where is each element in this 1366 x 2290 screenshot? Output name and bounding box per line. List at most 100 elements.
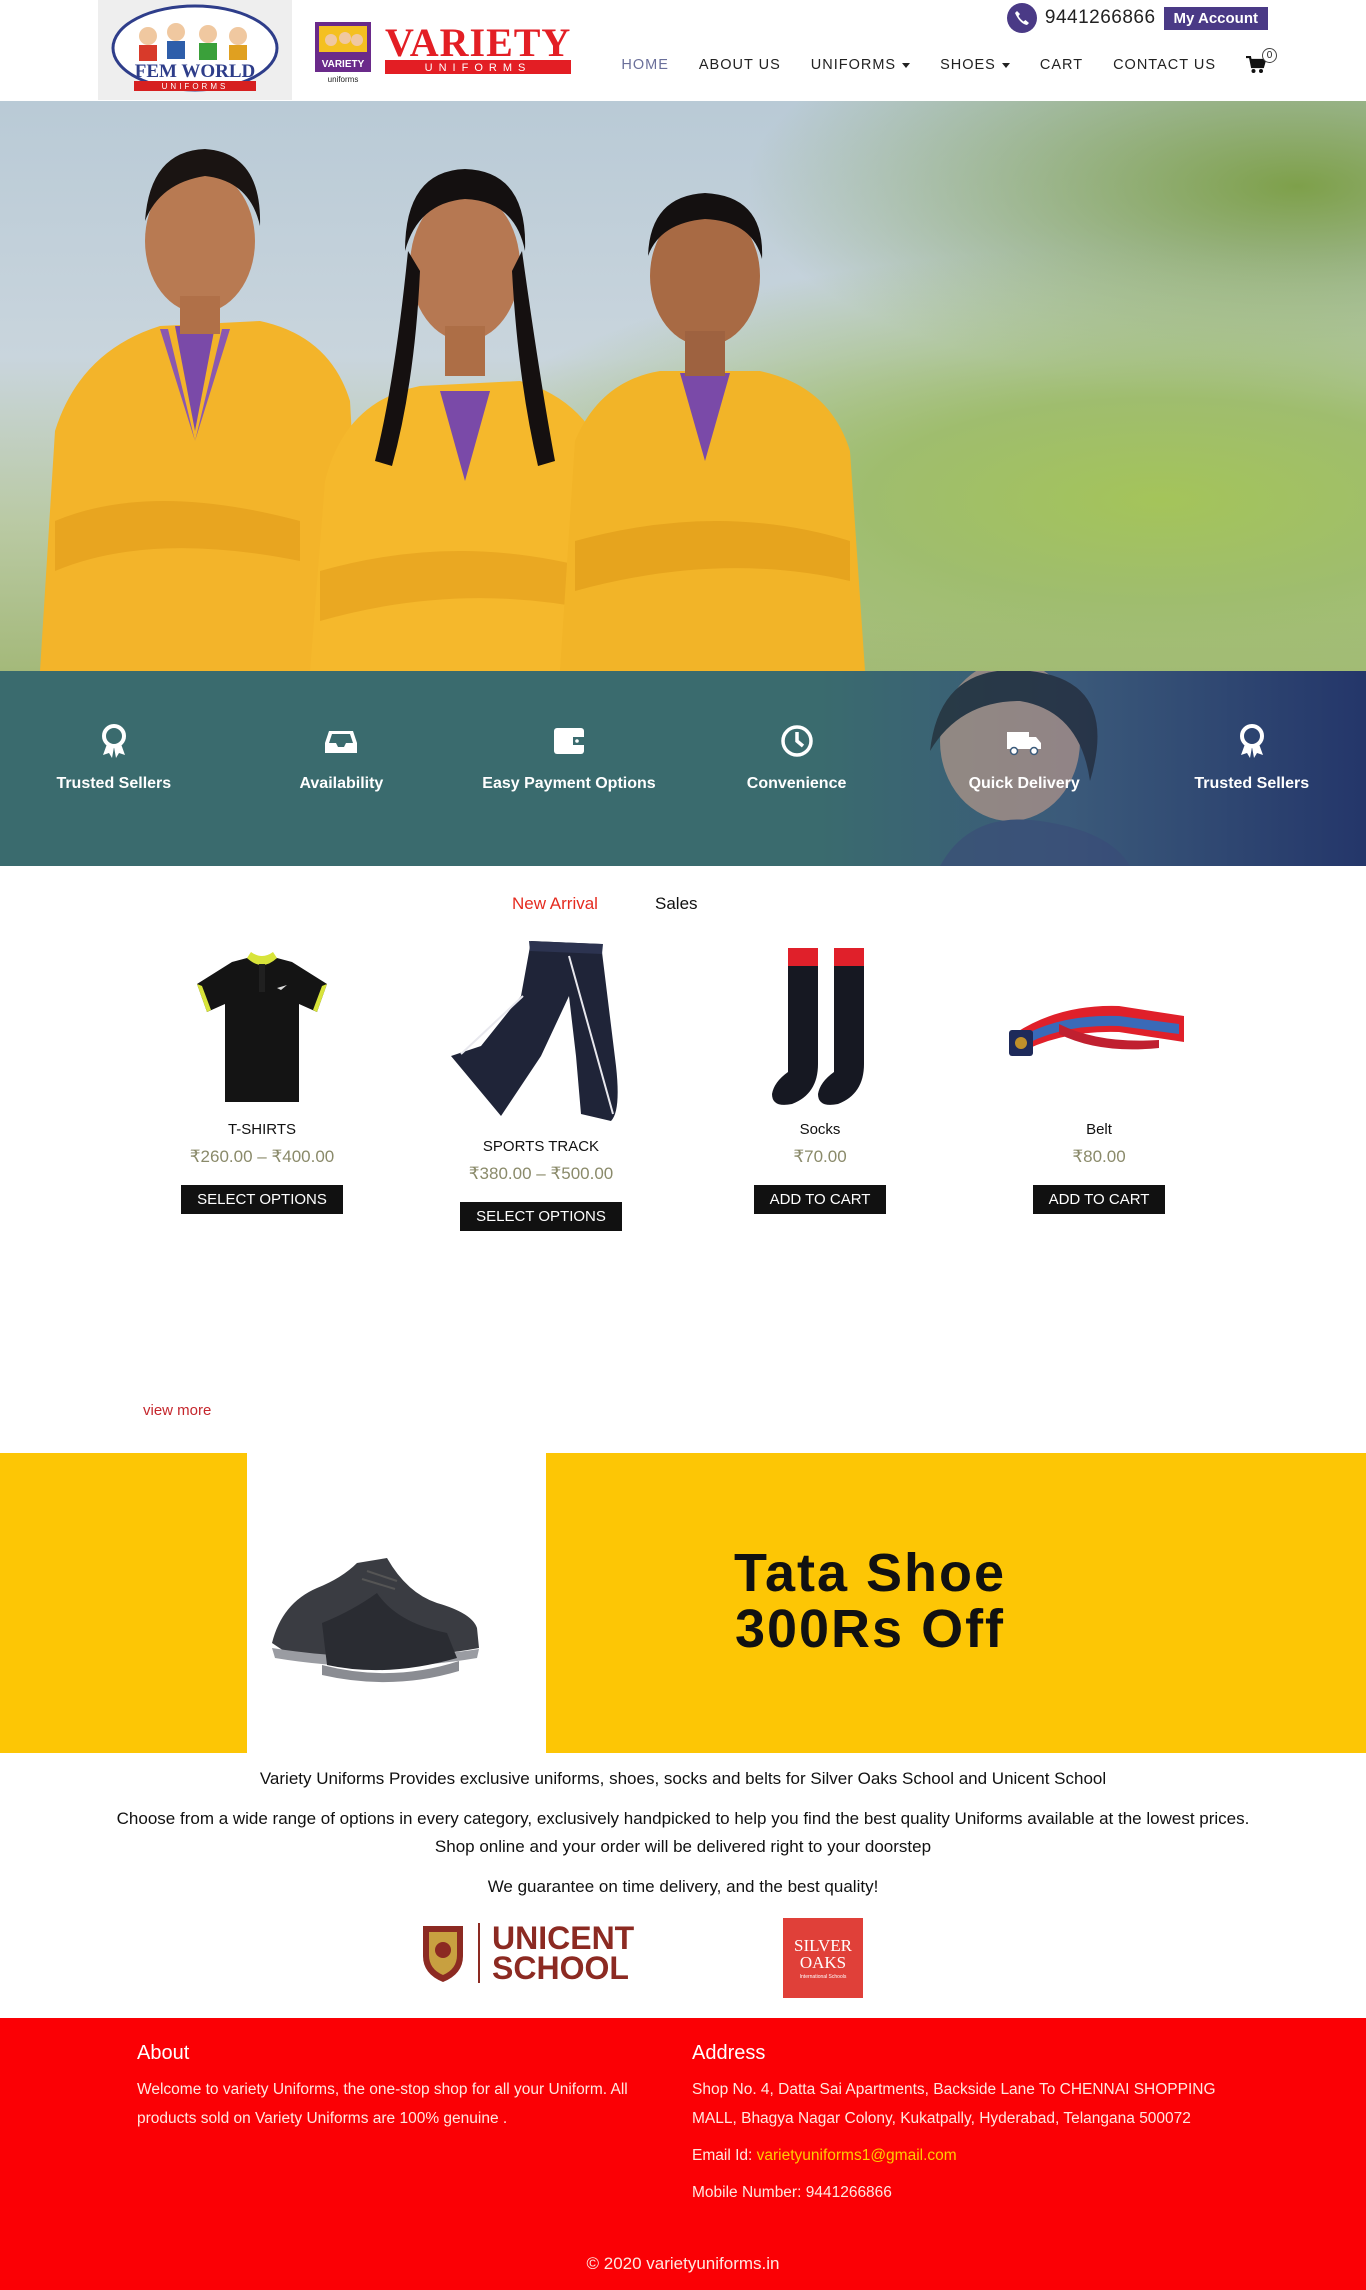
feature-label: Quick Delivery xyxy=(968,775,1080,792)
product-price: ₹260.00 – ₹400.00 xyxy=(189,1147,335,1166)
view-more-link[interactable]: view more xyxy=(143,1402,211,1419)
add-to-cart-button[interactable]: ADD TO CART xyxy=(753,1185,887,1214)
product-card-socks: Socks ₹70.00 ADD TO CART xyxy=(720,944,920,1214)
product-price: ₹70.00 xyxy=(793,1147,847,1166)
nav-contact-us-label: CONTACT US xyxy=(1113,57,1216,73)
socks-image xyxy=(772,948,864,1105)
feature-convenience: Convenience xyxy=(683,723,911,793)
footer-address: Address Shop No. 4, Datta Sai Apartments… xyxy=(692,2042,1232,2215)
select-options-button[interactable]: SELECT OPTIONS xyxy=(460,1202,622,1231)
promo-headline: Tata Shoe 300Rs Off xyxy=(640,1545,1100,1657)
footer-about-text: Welcome to variety Uniforms, the one-sto… xyxy=(137,2081,628,2127)
feature-label: Availability xyxy=(299,775,384,792)
silver-oaks-line3: International Schools xyxy=(799,1973,847,1980)
tab-new-arrival[interactable]: New Arrival xyxy=(512,894,598,914)
my-account-button[interactable]: My Account xyxy=(1163,6,1268,30)
footer-mobile-label: Mobile Number: xyxy=(692,2184,806,2201)
feature-trusted-sellers: Trusted Sellers xyxy=(0,723,228,793)
product-name[interactable]: Socks xyxy=(800,1121,841,1138)
variety-logo-title: VARIETY xyxy=(385,20,571,65)
cart-button[interactable]: 0 xyxy=(1246,48,1277,74)
nav-uniforms[interactable]: UNIFORMS xyxy=(810,57,911,73)
product-card-belt: Belt ₹80.00 ADD TO CART xyxy=(999,944,1199,1214)
copyright-text: © 2020 varietyuniforms.in xyxy=(586,2254,780,2273)
phone-number[interactable]: 9441266866 xyxy=(1045,7,1156,29)
fem-world-logo-subtext: UNIFORMS xyxy=(162,82,229,91)
unicent-line2: SCHOOL xyxy=(492,1950,629,1986)
about-section: Variety Uniforms Provides exclusive unif… xyxy=(0,1765,1366,1913)
variety-badge-small-text: uniforms xyxy=(328,75,359,84)
cart-count-badge: 0 xyxy=(1262,48,1277,63)
product-image[interactable] xyxy=(162,944,362,1109)
footer-about: About Welcome to variety Uniforms, the o… xyxy=(137,2042,657,2141)
feature-availability: Availability xyxy=(228,723,456,793)
features-strip: Trusted Sellers Availability Easy Paymen… xyxy=(0,671,1366,866)
site-footer: About Welcome to variety Uniforms, the o… xyxy=(0,2018,1366,2290)
about-line-3: We guarantee on time delivery, and the b… xyxy=(487,1877,879,1896)
truck-icon xyxy=(1007,732,1042,756)
variety-uniforms-logo[interactable]: VARIETY uniforms VARIETY UNIFORMS xyxy=(315,16,585,90)
footer-about-title: About xyxy=(137,2042,190,2064)
award-icon xyxy=(1239,724,1264,758)
nav-about-us[interactable]: ABOUT US xyxy=(699,57,781,73)
nav-contact-us[interactable]: CONTACT US xyxy=(1113,57,1216,73)
feature-quick-delivery: Quick Delivery xyxy=(910,723,1138,793)
tab-sales[interactable]: Sales xyxy=(655,894,698,914)
product-name[interactable]: SPORTS TRACK xyxy=(483,1138,599,1155)
silver-oaks-line2: OAKS xyxy=(799,1952,847,1972)
select-options-button[interactable]: SELECT OPTIONS xyxy=(181,1185,343,1214)
feature-trusted-sellers-2: Trusted Sellers xyxy=(1138,723,1366,793)
product-name[interactable]: T-SHIRTS xyxy=(228,1121,296,1138)
award-icon xyxy=(101,724,126,758)
nav-shoes-label: SHOES xyxy=(940,57,996,73)
product-image[interactable] xyxy=(441,936,641,1126)
footer-mobile-number[interactable]: 9441266866 xyxy=(806,2184,892,2201)
promo-banner[interactable]: Tata Shoe 300Rs Off xyxy=(0,1453,1366,1753)
product-image[interactable] xyxy=(720,944,920,1109)
tshirt-image xyxy=(197,952,327,1102)
wallet-icon xyxy=(553,728,584,754)
footer-address-title: Address xyxy=(692,2042,766,2064)
nav-uniforms-label: UNIFORMS xyxy=(810,57,897,73)
belt-image xyxy=(1009,1005,1184,1056)
nav-cart[interactable]: CART xyxy=(1040,57,1083,73)
nav-home-label: HOME xyxy=(621,57,669,73)
hero-banner xyxy=(0,101,1366,671)
main-nav: HOME ABOUT US UNIFORMS SHOES CART CONTAC… xyxy=(591,48,1277,74)
fem-world-logo-text: FEM WORLD xyxy=(135,61,256,82)
logo-divider xyxy=(478,1923,480,1983)
about-line-2: Choose from a wide range of options in e… xyxy=(116,1809,1250,1856)
add-to-cart-button[interactable]: ADD TO CART xyxy=(1032,1185,1166,1214)
nav-about-us-label: ABOUT US xyxy=(698,57,781,73)
product-grid: T-SHIRTS ₹260.00 – ₹400.00 SELECT OPTION… xyxy=(0,941,1366,1274)
sports-track-image xyxy=(451,941,618,1121)
nav-home[interactable]: HOME xyxy=(621,57,669,73)
feature-label: Easy Payment Options xyxy=(482,775,656,792)
product-image[interactable] xyxy=(999,944,1199,1109)
silver-oaks-line1: SILVER xyxy=(794,1935,852,1955)
shoe-image xyxy=(272,1558,479,1683)
unicent-line1: UNICENT xyxy=(492,1920,635,1956)
footer-email-link[interactable]: varietyuniforms1@gmail.com xyxy=(757,2147,957,2164)
phone-icon xyxy=(1006,3,1037,33)
feature-label: Trusted Sellers xyxy=(56,775,172,792)
promo-image-panel xyxy=(247,1453,546,1753)
variety-badge-text: VARIETY xyxy=(322,59,365,70)
variety-logo-subtitle: UNIFORMS xyxy=(425,62,532,74)
nav-shoes[interactable]: SHOES xyxy=(940,57,1010,73)
features-list: Trusted Sellers Availability Easy Paymen… xyxy=(0,723,1366,793)
product-price: ₹380.00 – ₹500.00 xyxy=(468,1164,614,1183)
feature-label: Convenience xyxy=(746,775,847,792)
feature-easy-payment: Easy Payment Options xyxy=(455,723,683,793)
unicent-school-logo[interactable]: UNICENT SCHOOL xyxy=(420,1922,634,1984)
product-name[interactable]: Belt xyxy=(1086,1121,1112,1138)
feature-label: Trusted Sellers xyxy=(1194,775,1310,792)
footer-mobile-row: Mobile Number: 9441266866 xyxy=(692,2178,1232,2207)
unicent-crest-icon xyxy=(423,1926,463,1982)
fem-world-logo[interactable]: FEM WORLD UNIFORMS xyxy=(98,0,292,100)
silver-oaks-logo[interactable]: SILVER OAKS International Schools xyxy=(783,1918,863,1998)
product-card-tshirts: T-SHIRTS ₹260.00 – ₹400.00 SELECT OPTION… xyxy=(162,944,362,1214)
school-logos: UNICENT SCHOOL SILVER OAKS International… xyxy=(0,1918,1366,2000)
caret-down-icon xyxy=(1001,62,1010,68)
hero-students-image xyxy=(40,149,865,671)
